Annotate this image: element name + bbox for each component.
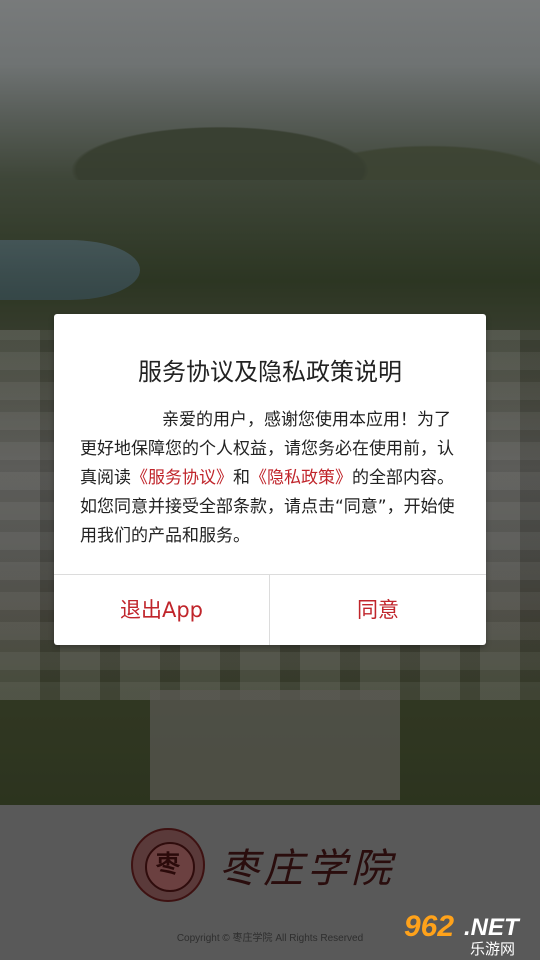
exit-app-button[interactable]: 退出App (54, 575, 269, 645)
site-watermark: 962 .NET 乐游网 (404, 910, 532, 958)
brand-logo: 枣 枣庄学院 (131, 825, 411, 905)
watermark-subtitle: 乐游网 (470, 940, 516, 958)
university-seal-icon: 枣 (131, 828, 205, 902)
service-agreement-link[interactable]: 《服务协议》 (131, 468, 233, 488)
watermark-number: 962 (404, 910, 455, 943)
privacy-policy-link[interactable]: 《隐私政策》 (250, 468, 352, 488)
dialog-message: 亲爱的用户，感谢您使用本应用！为了更好地保障您的个人权益，请您务必在使用前，认真… (80, 406, 460, 551)
dialog-message-and: 和 (233, 468, 250, 488)
dialog-title: 服务协议及隐私政策说明 (138, 358, 402, 386)
agree-button[interactable]: 同意 (270, 575, 486, 645)
university-name: 枣庄学院 (219, 846, 395, 892)
seal-character: 枣 (156, 849, 180, 878)
privacy-dialog: 服务协议及隐私政策说明 亲爱的用户，感谢您使用本应用！为了更好地保障您的个人权益… (54, 314, 486, 645)
